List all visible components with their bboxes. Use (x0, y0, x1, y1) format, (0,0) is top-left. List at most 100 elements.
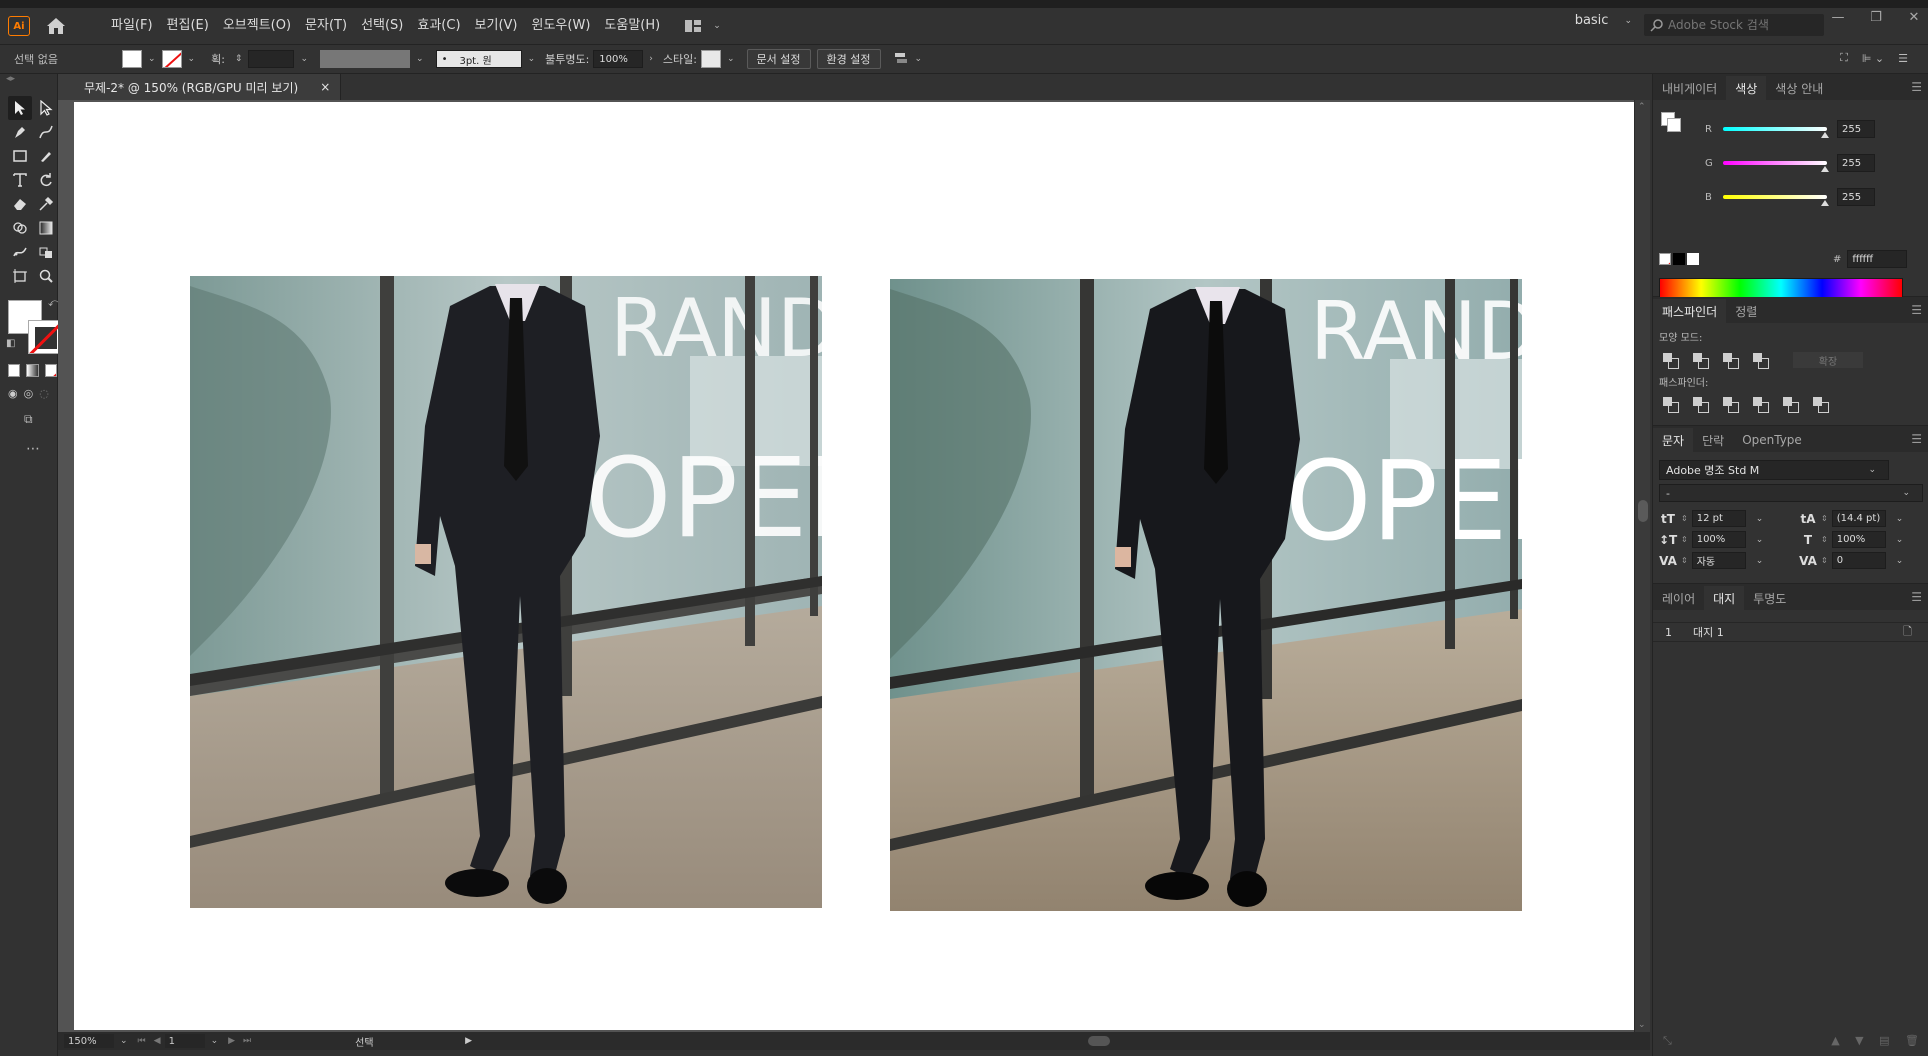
chevron-down-icon[interactable]: ⌄ (148, 54, 156, 64)
align-icon[interactable]: ⊫ ⌄ (1862, 52, 1884, 65)
graphic-style-swatch[interactable] (700, 50, 721, 68)
draw-inside-icon[interactable]: ◌ (39, 387, 49, 400)
stepper-icon[interactable]: ⇕ (1821, 535, 1828, 544)
color-mode-icon[interactable] (8, 364, 21, 377)
chevron-down-icon[interactable]: ⌄ (188, 54, 196, 64)
black-color-swatch[interactable] (1673, 253, 1685, 265)
zoom-tool-icon[interactable] (34, 264, 58, 288)
stroke-color-box[interactable] (28, 320, 62, 354)
eraser-tool-icon[interactable] (8, 192, 32, 216)
close-tab-icon[interactable]: × (320, 80, 330, 94)
scroll-thumb[interactable] (1638, 500, 1648, 522)
leading-field[interactable]: (14.4 pt) (1831, 510, 1886, 527)
tab-opentype[interactable]: OpenType (1733, 428, 1811, 452)
tracking-field[interactable]: 0 (1831, 552, 1886, 569)
font-family-dropdown[interactable]: Adobe 명조 Std M ⌄ (1659, 460, 1889, 480)
crop-icon[interactable] (1753, 397, 1769, 413)
menu-effect[interactable]: 효과(C) (410, 8, 467, 44)
chevron-down-icon[interactable]: ⌄ (120, 1036, 128, 1046)
draw-normal-icon[interactable]: ◉ (8, 387, 18, 400)
panel-collapse-icon[interactable]: ◂▸ (0, 74, 57, 84)
gradient-mode-icon[interactable] (26, 364, 39, 377)
minus-front-icon[interactable] (1693, 353, 1709, 369)
close-button[interactable]: ✕ (1904, 10, 1924, 25)
divide-icon[interactable] (1663, 397, 1679, 413)
prev-artboard-icon[interactable]: ◀ (154, 1036, 161, 1046)
blue-slider[interactable] (1723, 195, 1829, 206)
stepper-icon[interactable]: ⇕ (1681, 535, 1688, 544)
panel-menu-icon[interactable]: ☰ (1911, 590, 1922, 604)
photo-original[interactable]: RAND OPEN (190, 276, 822, 908)
restore-button[interactable]: ❐ (1866, 10, 1886, 25)
artboard-tool-icon[interactable] (8, 264, 32, 288)
chevron-down-icon[interactable]: ⌄ (528, 54, 536, 64)
canvas-area[interactable]: RAND OPEN (58, 100, 1634, 1032)
more-tools-icon[interactable]: ⋯ (0, 427, 57, 457)
opacity-field[interactable]: 100% (593, 50, 644, 68)
tab-character[interactable]: 문자 (1653, 428, 1694, 452)
tab-paragraph[interactable]: 단락 (1693, 428, 1733, 452)
default-colors-icon[interactable]: ◧ (6, 338, 15, 349)
menu-window[interactable]: 윈도우(W) (525, 8, 598, 44)
tab-layers[interactable]: 레이어 (1653, 586, 1704, 610)
direct-selection-tool-icon[interactable] (34, 96, 58, 120)
tab-artboards[interactable]: 대지 (1704, 586, 1745, 610)
menu-file[interactable]: 파일(F) (104, 8, 160, 44)
red-value[interactable]: 255 (1837, 120, 1875, 138)
eyedropper-tool-icon[interactable] (34, 192, 58, 216)
artboard[interactable]: RAND OPEN (74, 102, 1634, 1030)
artboard-list-item[interactable]: 1 대지 1 🗋 (1653, 622, 1928, 642)
last-artboard-icon[interactable]: ⏭ (243, 1036, 251, 1046)
menu-type[interactable]: 문자(T) (298, 8, 354, 44)
arrange-documents-button[interactable]: ⌄ (685, 20, 727, 32)
minus-back-icon[interactable] (1813, 397, 1829, 413)
tab-align[interactable]: 정렬 (1726, 299, 1766, 323)
pen-tool-icon[interactable] (8, 120, 32, 144)
first-artboard-icon[interactable]: ⏮ (138, 1036, 146, 1046)
panel-menu-icon[interactable]: ☰ (1911, 80, 1922, 94)
stroke-swatch[interactable] (161, 50, 182, 68)
trim-icon[interactable] (1693, 397, 1709, 413)
red-slider[interactable] (1723, 127, 1829, 138)
menu-help[interactable]: 도움말(H) (597, 8, 667, 44)
unite-icon[interactable] (1663, 353, 1679, 369)
artboard-number-field[interactable]: 1 (164, 1034, 205, 1048)
shape-builder-tool-icon[interactable] (8, 216, 32, 240)
chevron-down-icon[interactable]: ⌄ (211, 1036, 219, 1046)
none-mode-icon[interactable] (44, 364, 57, 377)
menu-edit[interactable]: 편집(E) (160, 8, 216, 44)
menu-icon[interactable]: ☰ (1898, 52, 1908, 65)
exclude-icon[interactable] (1753, 353, 1769, 369)
horizontal-scrollbar[interactable] (548, 1036, 1648, 1046)
stepper-icon[interactable]: ⇕ (1681, 556, 1688, 565)
tab-navigator[interactable]: 내비게이터 (1653, 76, 1726, 100)
draw-behind-icon[interactable]: ◎ (24, 387, 34, 400)
tab-transparency[interactable]: 투명도 (1744, 586, 1795, 610)
none-color-swatch[interactable] (1659, 253, 1671, 265)
menu-select[interactable]: 선택(S) (354, 8, 410, 44)
rectangle-tool-icon[interactable] (8, 144, 32, 168)
kerning-field[interactable]: 자동 (1691, 552, 1746, 569)
menu-view[interactable]: 보기(V) (468, 8, 525, 44)
minimize-button[interactable]: — (1828, 10, 1848, 25)
new-artboard-icon[interactable]: ▤ (1879, 1034, 1889, 1047)
arrange-icon[interactable] (893, 51, 909, 67)
variable-width-profile[interactable] (320, 50, 411, 68)
photo-edited[interactable]: RAND OPEN (890, 279, 1522, 911)
stock-search-input[interactable] (1668, 18, 1818, 32)
fill-swatch[interactable] (122, 50, 142, 68)
chevron-down-icon[interactable]: ⌄ (915, 54, 923, 64)
stroke-weight-field[interactable] (248, 50, 295, 68)
tab-color-guide[interactable]: 색상 안내 (1766, 76, 1832, 100)
font-size-field[interactable]: 12 pt (1691, 510, 1746, 527)
chevron-down-icon[interactable]: ⌄ (1896, 556, 1904, 566)
chevron-down-icon[interactable]: ⌄ (1756, 514, 1764, 524)
isolate-icon[interactable]: ⛶ (1840, 51, 1848, 65)
screen-mode-icon[interactable]: ⧉ (0, 400, 57, 427)
scroll-down-icon[interactable]: ⌄ (1638, 1020, 1646, 1030)
panel-menu-icon[interactable]: ☰ (1911, 303, 1922, 317)
chevron-down-icon[interactable]: ⌄ (300, 54, 308, 64)
hex-value[interactable]: ffffff (1847, 250, 1908, 268)
stroke-color-box[interactable] (1667, 118, 1681, 132)
chevron-down-icon[interactable]: ⌄ (416, 54, 424, 64)
